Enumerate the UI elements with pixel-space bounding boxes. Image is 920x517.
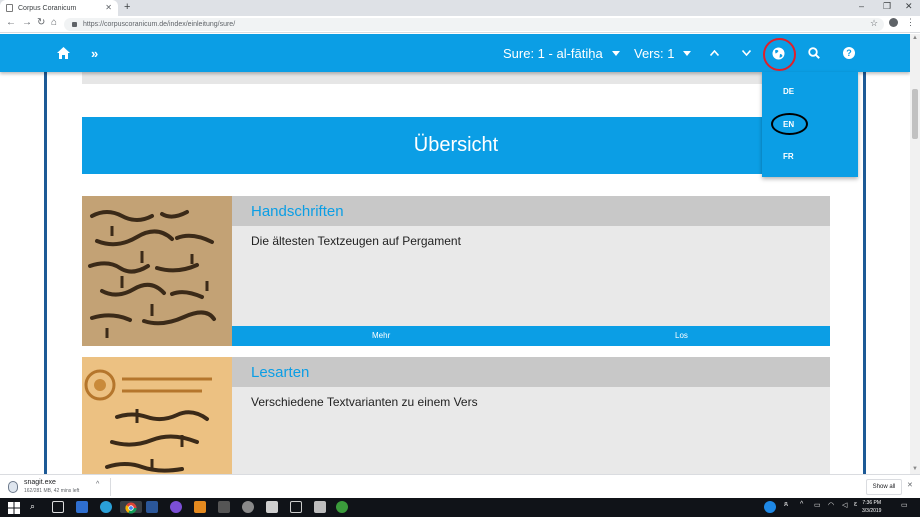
gallery-icon[interactable] (314, 501, 326, 513)
card-title[interactable]: Lesarten (232, 357, 830, 387)
previous-verse-icon[interactable] (710, 34, 719, 72)
readings-card: Lesarten Verschiedene Textvarianten zu e… (82, 357, 830, 474)
close-window-button[interactable]: ✕ (905, 1, 913, 12)
download-status: 162/281 MB, 42 mins left (24, 488, 80, 494)
paint-icon[interactable] (194, 501, 206, 513)
browser-menu-icon[interactable]: ⋮ (906, 17, 915, 28)
minimize-button[interactable]: – (859, 1, 864, 11)
search-taskbar-icon[interactable]: ⌕ (30, 501, 42, 513)
readings-image (82, 357, 232, 474)
browser-tab[interactable]: Corpus Coranicum ✕ (0, 0, 118, 16)
wifi-icon[interactable]: ◠ (828, 501, 834, 509)
chevron-up-icon[interactable]: ^ (800, 501, 803, 508)
language-dropdown: DE EN FR (762, 72, 858, 177)
tool-icon[interactable] (218, 501, 230, 513)
forward-icon[interactable]: → (22, 17, 32, 28)
volume-icon[interactable]: ◁ (842, 501, 847, 509)
card-actions: Mehr Los (232, 326, 830, 346)
download-progress-icon (8, 481, 18, 493)
chrome-taskbar-icon[interactable] (120, 501, 142, 514)
bookmark-star-icon[interactable]: ☆ (870, 18, 878, 29)
go-button[interactable]: Los (675, 331, 688, 340)
scroll-down-icon[interactable]: ▼ (912, 466, 918, 472)
search-icon[interactable] (808, 34, 820, 72)
globe-icon[interactable] (772, 34, 785, 72)
word-icon[interactable] (146, 501, 158, 513)
address-bar[interactable]: https://corpuscoranicum.de/index/einleit… (64, 18, 884, 31)
profile-icon[interactable] (889, 18, 898, 27)
windows-start-icon[interactable] (8, 501, 20, 514)
tray-app-icon[interactable] (764, 501, 776, 513)
url-text: https://corpuscoranicum.de/index/einleit… (83, 21, 236, 28)
settings-taskbar-icon[interactable] (242, 501, 254, 513)
divider (110, 478, 111, 496)
home-icon[interactable] (57, 34, 70, 72)
tab-title: Corpus Coranicum (18, 4, 77, 12)
verse-selector[interactable]: Vers: 1 (634, 34, 692, 72)
svg-text:?: ? (846, 48, 852, 58)
battery-icon[interactable]: ▭ (814, 501, 821, 509)
task-view-icon[interactable] (52, 501, 64, 513)
expand-menu-icon[interactable]: » (91, 34, 98, 72)
system-clock[interactable]: 7:36 PM 3/3/2019 (862, 499, 881, 515)
scroll-up-icon[interactable]: ▲ (912, 35, 918, 41)
browser-tab-strip: Corpus Coranicum ✕ + – ❐ ✕ (0, 0, 920, 16)
verse-label: Vers: 1 (634, 45, 675, 61)
manuscripts-card: Handschriften Die ältesten Textzeugen au… (82, 196, 830, 346)
home-browser-icon[interactable]: ⌂ (51, 17, 57, 28)
site-navbar: » Sure: 1 - al-fātiḥa Vers: 1 ? (0, 34, 910, 72)
card-title[interactable]: Handschriften (232, 196, 830, 226)
box-icon[interactable] (290, 501, 302, 513)
page-title: Übersicht (82, 117, 830, 174)
download-file-name[interactable]: snagit.exe (24, 479, 56, 486)
language-indicator[interactable]: ε (854, 501, 857, 508)
close-tab-icon[interactable]: ✕ (105, 3, 112, 12)
app-icon[interactable] (170, 501, 182, 513)
language-option-fr[interactable]: FR (783, 152, 794, 161)
page-icon (6, 4, 13, 12)
back-icon[interactable]: ← (6, 17, 16, 28)
new-tab-button[interactable]: + (124, 1, 130, 13)
reload-icon[interactable]: ↻ (37, 17, 45, 28)
next-verse-icon[interactable] (742, 34, 751, 72)
sura-selector[interactable]: Sure: 1 - al-fātiḥa (503, 34, 620, 72)
windows-taskbar: ⌕ ጸ ^ ▭ ◠ ◁ ε 7:36 PM 3/3/2019 ▭ (0, 498, 920, 517)
page-scrollbar[interactable]: ▲ ▼ (910, 34, 920, 474)
photos-icon[interactable] (266, 501, 278, 513)
show-all-button[interactable]: Show all (866, 479, 902, 495)
lock-icon (72, 22, 77, 27)
chevron-up-icon[interactable]: ^ (96, 481, 99, 488)
clock-time: 7:36 PM (862, 500, 882, 506)
file-explorer-icon[interactable] (76, 501, 88, 513)
card-description: Die ältesten Textzeugen auf Pergament (251, 234, 461, 248)
clock-date: 3/3/2019 (862, 508, 882, 514)
more-button[interactable]: Mehr (372, 331, 390, 340)
page-viewport: » Sure: 1 - al-fātiḥa Vers: 1 ? Übersich… (0, 34, 910, 474)
chevron-down-icon (611, 50, 620, 56)
chevron-down-icon (683, 50, 692, 56)
manuscript-image (82, 196, 232, 346)
browser-toolbar: ← → ↻ ⌂ https://corpuscoranicum.de/index… (0, 16, 920, 33)
restore-button[interactable]: ❐ (883, 1, 891, 12)
download-shelf: snagit.exe 162/281 MB, 42 mins left ^ Sh… (0, 474, 920, 498)
card-description: Verschiedene Textvarianten zu einem Vers (251, 395, 478, 409)
sura-label: Sure: 1 - al-fātiḥa (503, 45, 603, 61)
language-option-en[interactable]: EN (783, 120, 794, 129)
language-option-de[interactable]: DE (783, 87, 794, 96)
people-icon[interactable]: ጸ (784, 501, 788, 509)
help-icon[interactable]: ? (843, 34, 855, 72)
telegram-icon[interactable] (100, 501, 112, 513)
notifications-icon[interactable]: ▭ (901, 501, 908, 509)
scrollbar-thumb[interactable] (912, 89, 918, 139)
header-strip (82, 72, 830, 84)
close-shelf-icon[interactable]: ✕ (907, 481, 913, 489)
green-app-icon[interactable] (336, 501, 348, 513)
